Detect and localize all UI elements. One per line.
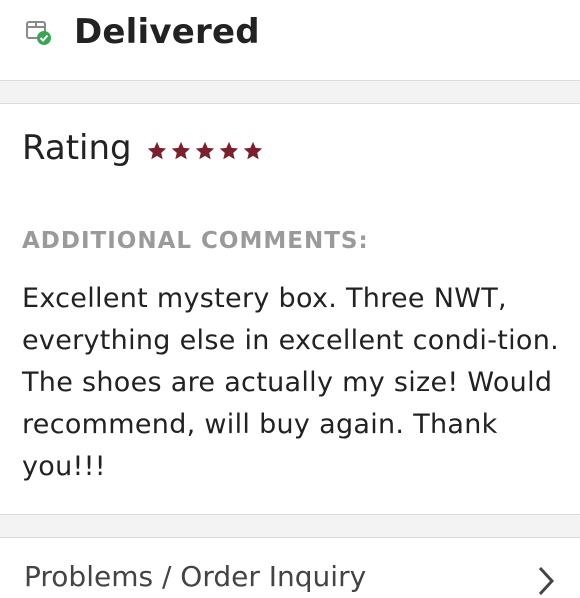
star-icon — [195, 141, 215, 160]
section-divider — [0, 81, 580, 104]
problems-order-inquiry-row[interactable]: Problems / Order Inquiry — [0, 538, 580, 598]
problems-order-inquiry-label: Problems / Order Inquiry — [24, 560, 367, 593]
additional-comments-text: Excellent mystery box. Three NWT, everyt… — [22, 283, 560, 482]
delivery-status-label: Delivered — [74, 12, 260, 52]
delivery-status-bar: Delivered — [0, 0, 580, 81]
star-rating — [146, 140, 264, 162]
star-icon — [219, 141, 239, 160]
rating-section: Rating ADDITIONAL COMMENTS: Excellent my… — [0, 104, 580, 514]
star-icon — [147, 141, 167, 160]
section-divider — [0, 514, 580, 538]
star-icon — [171, 141, 191, 160]
chevron-right-icon — [538, 566, 555, 596]
additional-comments-label: ADDITIONAL COMMENTS: — [22, 228, 369, 254]
rating-title: Rating — [22, 128, 132, 168]
star-icon — [243, 141, 263, 160]
delivered-box-icon — [26, 21, 51, 45]
